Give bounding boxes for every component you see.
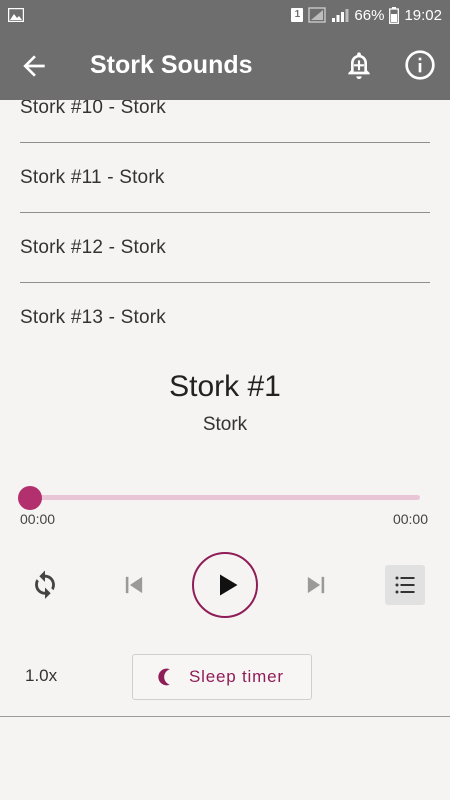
now-playing-title: Stork #1: [169, 370, 281, 403]
list-item-label: Stork #13 - Stork: [20, 307, 166, 328]
repeat-icon[interactable]: [28, 567, 62, 601]
skip-next-icon[interactable]: [302, 571, 330, 599]
seek-thumb[interactable]: [18, 486, 42, 510]
moon-icon: [158, 668, 170, 686]
page-title: Stork Sounds: [90, 51, 253, 79]
list-item-label: Stork #11 - Stork: [20, 167, 165, 188]
battery-icon: [389, 6, 400, 24]
play-button[interactable]: [192, 552, 258, 618]
list-icon: [395, 576, 415, 594]
status-bar: 1 66% 19:02: [0, 0, 450, 30]
seek-bar[interactable]: [30, 495, 420, 500]
app-bar: Stork Sounds: [0, 30, 450, 100]
sound-list: Stork #10 - Stork Stork #11 - Stork Stor…: [0, 100, 450, 350]
no-signal-icon: [308, 7, 327, 23]
divider: [0, 716, 450, 717]
skip-previous-icon[interactable]: [120, 571, 148, 599]
list-item-label: Stork #12 - Stork: [20, 237, 166, 258]
alarm-add-icon[interactable]: [343, 49, 375, 81]
play-icon: [220, 574, 238, 596]
elapsed-time: 00:00: [20, 511, 56, 527]
total-duration: 00:00: [392, 511, 428, 527]
sim-badge: 1: [291, 8, 304, 22]
sleep-timer-label: Sleep timer: [189, 667, 284, 686]
sleep-timer-button[interactable]: Sleep timer: [132, 654, 312, 700]
list-item-label: Stork #10 - Stork: [20, 100, 166, 118]
clock: 19:02: [404, 6, 442, 24]
playlist-button[interactable]: [385, 565, 425, 605]
now-playing-subtitle: Stork: [202, 414, 248, 435]
list-item[interactable]: Stork #11 - Stork: [20, 143, 430, 213]
back-arrow-icon[interactable]: [18, 50, 50, 82]
signal-bars-icon: [332, 9, 349, 22]
info-icon[interactable]: [404, 49, 436, 81]
list-item[interactable]: Stork #10 - Stork: [20, 100, 430, 143]
list-item[interactable]: Stork #12 - Stork: [20, 213, 430, 283]
list-item[interactable]: Stork #13 - Stork: [20, 283, 430, 350]
gallery-icon: [8, 8, 24, 22]
playback-speed[interactable]: 1.0x: [25, 666, 57, 686]
battery-percent: 66%: [354, 6, 385, 24]
